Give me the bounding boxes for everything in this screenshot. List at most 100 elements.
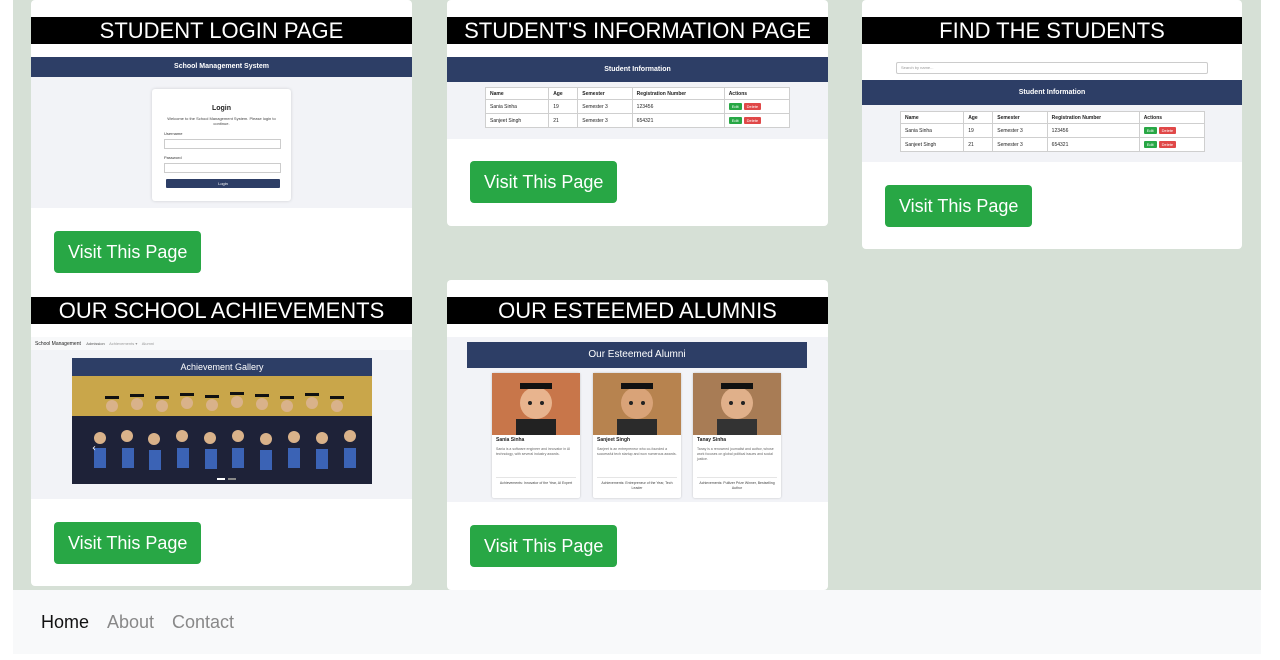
footer-nav: Home About Contact — [13, 590, 1261, 654]
alumni-name: Sanjeet Singh — [597, 437, 631, 443]
password-field[interactable] — [164, 163, 281, 173]
thumb-header: Student Information — [862, 80, 1242, 105]
delete-button[interactable]: Delete — [743, 103, 762, 110]
nav-link[interactable]: Alumni — [142, 341, 154, 346]
card-student-information: STUDENT'S INFORMATION PAGE Student Infor… — [447, 0, 828, 226]
cards-grid: STUDENT LOGIN PAGE School Management Sys… — [13, 0, 1261, 590]
table-header-row: Name Age Semester Registration Number Ac… — [484, 87, 791, 100]
thumb-header: School Management System — [31, 57, 412, 77]
graduates-photo-illustration: ‹ — [72, 376, 372, 484]
card-school-achievements: OUR SCHOOL ACHIEVEMENTS School Managemen… — [31, 280, 412, 586]
achievements-thumbnail: School Management Admission Achievements… — [31, 337, 412, 499]
edit-button[interactable]: Edit — [728, 103, 742, 110]
cell-actions: Edit Delete — [723, 113, 791, 128]
cell-actions: Edit Delete — [1138, 137, 1206, 152]
column-header: Registration Number — [1046, 111, 1140, 124]
cell-actions: Edit Delete — [723, 99, 791, 114]
column-header: Age — [548, 87, 579, 100]
column-header: Age — [963, 111, 994, 124]
alumni-description: Sania is a software engineer and innovat… — [496, 447, 571, 456]
thumb-header: Our Esteemed Alumni — [467, 342, 807, 368]
avatar-illustration — [717, 383, 757, 435]
card-title: OUR ESTEEMED ALUMNIS — [447, 297, 828, 324]
visit-page-button[interactable]: Visit This Page — [885, 185, 1033, 227]
password-label: Password — [164, 155, 182, 160]
thumb-navbar: School Management Admission Achievements… — [31, 337, 412, 350]
column-header: Semester — [577, 87, 633, 100]
cell-age: 21 — [963, 137, 994, 152]
edit-button[interactable]: Edit — [728, 117, 742, 124]
column-header: Actions — [1138, 111, 1206, 124]
card-find-students: FIND THE STUDENTS Search by name... Stud… — [862, 0, 1242, 249]
column-header: Name — [899, 111, 965, 124]
alumni-card: Tanay Sinha Tanay is a renowned journali… — [693, 373, 781, 498]
alumni-description: Sanjeet is an entrepreneur who co-founde… — [597, 447, 677, 456]
login-page-thumbnail: School Management System Login Welcome t… — [31, 57, 412, 208]
login-box: Login Welcome to the School Management S… — [152, 89, 291, 201]
delete-button[interactable]: Delete — [743, 117, 762, 124]
alumni-photo — [492, 373, 580, 435]
table-row: Sanjeet Singh 21 Semester 3 654321 Edit D… — [899, 137, 1206, 152]
svg-text:‹: ‹ — [92, 443, 96, 454]
nav-link[interactable]: Achievements ▾ — [109, 341, 137, 346]
nav-link[interactable]: Admission — [86, 341, 104, 346]
table-row: Sania Sinha 19 Semester 3 123456 Edit Del… — [899, 123, 1206, 138]
alumni-name: Sania Sinha — [496, 437, 525, 443]
information-page-thumbnail: Student Information Name Age Semester Re… — [447, 57, 828, 139]
edit-button[interactable]: Edit — [1143, 127, 1157, 134]
login-button[interactable]: Login — [166, 179, 280, 188]
alumni-card: Sania Sinha Sania is a software engineer… — [492, 373, 580, 498]
delete-button[interactable]: Delete — [1158, 127, 1177, 134]
login-welcome: Welcome to the School Management System.… — [167, 116, 276, 126]
column-header: Semester — [992, 111, 1048, 124]
alumni-card: Sanjeet Singh Sanjeet is an entrepreneur… — [593, 373, 681, 498]
alumni-name: Tanay Sinha — [697, 437, 727, 443]
cell-name: Sanjeet Singh — [484, 113, 550, 128]
alumni-photo — [593, 373, 681, 435]
card-title: FIND THE STUDENTS — [862, 17, 1242, 44]
alumni-achievements: Achievements: Pulitzer Prize Winner, Bes… — [697, 477, 777, 491]
delete-button[interactable]: Delete — [1158, 141, 1177, 148]
find-students-thumbnail: Search by name... Student Information Na… — [862, 57, 1242, 162]
nav-contact[interactable]: Contact — [172, 612, 234, 633]
nav-brand[interactable]: School Management — [35, 341, 81, 347]
cell-age: 21 — [548, 113, 579, 128]
avatar-illustration — [516, 383, 556, 435]
cell-registration: 123456 — [1046, 123, 1140, 138]
card-title: OUR SCHOOL ACHIEVEMENTS — [31, 297, 412, 324]
username-field[interactable] — [164, 139, 281, 149]
card-esteemed-alumni: OUR ESTEEMED ALUMNIS Our Esteemed Alumni… — [447, 280, 828, 590]
visit-page-button[interactable]: Visit This Page — [54, 231, 202, 273]
cell-name: Sanjeet Singh — [899, 137, 965, 152]
thumb-header: Student Information — [447, 57, 828, 82]
table-row: Sania Sinha 19 Semester 3 123456 Edit Del… — [484, 99, 791, 114]
avatar-illustration — [617, 383, 657, 435]
table-row: Sanjeet Singh 21 Semester 3 654321 Edit D… — [484, 113, 791, 128]
cell-semester: Semester 3 — [992, 137, 1048, 152]
cell-registration: 654321 — [631, 113, 725, 128]
cell-name: Sania Sinha — [484, 99, 550, 114]
card-student-login: STUDENT LOGIN PAGE School Management Sys… — [31, 0, 412, 297]
cell-age: 19 — [963, 123, 994, 138]
column-header: Actions — [723, 87, 791, 100]
alumni-thumbnail: Our Esteemed Alumni Sania Sinha Sania is… — [447, 337, 828, 502]
alumni-achievements: Achievements: Innovator of the Year, AI … — [496, 477, 576, 486]
visit-page-button[interactable]: Visit This Page — [54, 522, 202, 564]
nav-about[interactable]: About — [107, 612, 154, 633]
login-title: Login — [211, 105, 232, 112]
column-header: Name — [484, 87, 550, 100]
alumni-photo — [693, 373, 781, 435]
edit-button[interactable]: Edit — [1143, 141, 1157, 148]
visit-page-button[interactable]: Visit This Page — [470, 161, 618, 203]
card-title: STUDENT LOGIN PAGE — [31, 17, 412, 44]
search-input[interactable]: Search by name... — [896, 62, 1208, 74]
student-table: Name Age Semester Registration Number Ac… — [484, 87, 791, 128]
cell-semester: Semester 3 — [577, 99, 633, 114]
nav-home[interactable]: Home — [41, 612, 89, 633]
cell-age: 19 — [548, 99, 579, 114]
table-header-row: Name Age Semester Registration Number Ac… — [899, 111, 1206, 124]
achievement-photo: ‹ — [72, 376, 372, 484]
alumni-description: Tanay is a renowned journalist and autho… — [697, 447, 774, 461]
username-label: Username — [164, 131, 183, 136]
visit-page-button[interactable]: Visit This Page — [470, 525, 618, 567]
